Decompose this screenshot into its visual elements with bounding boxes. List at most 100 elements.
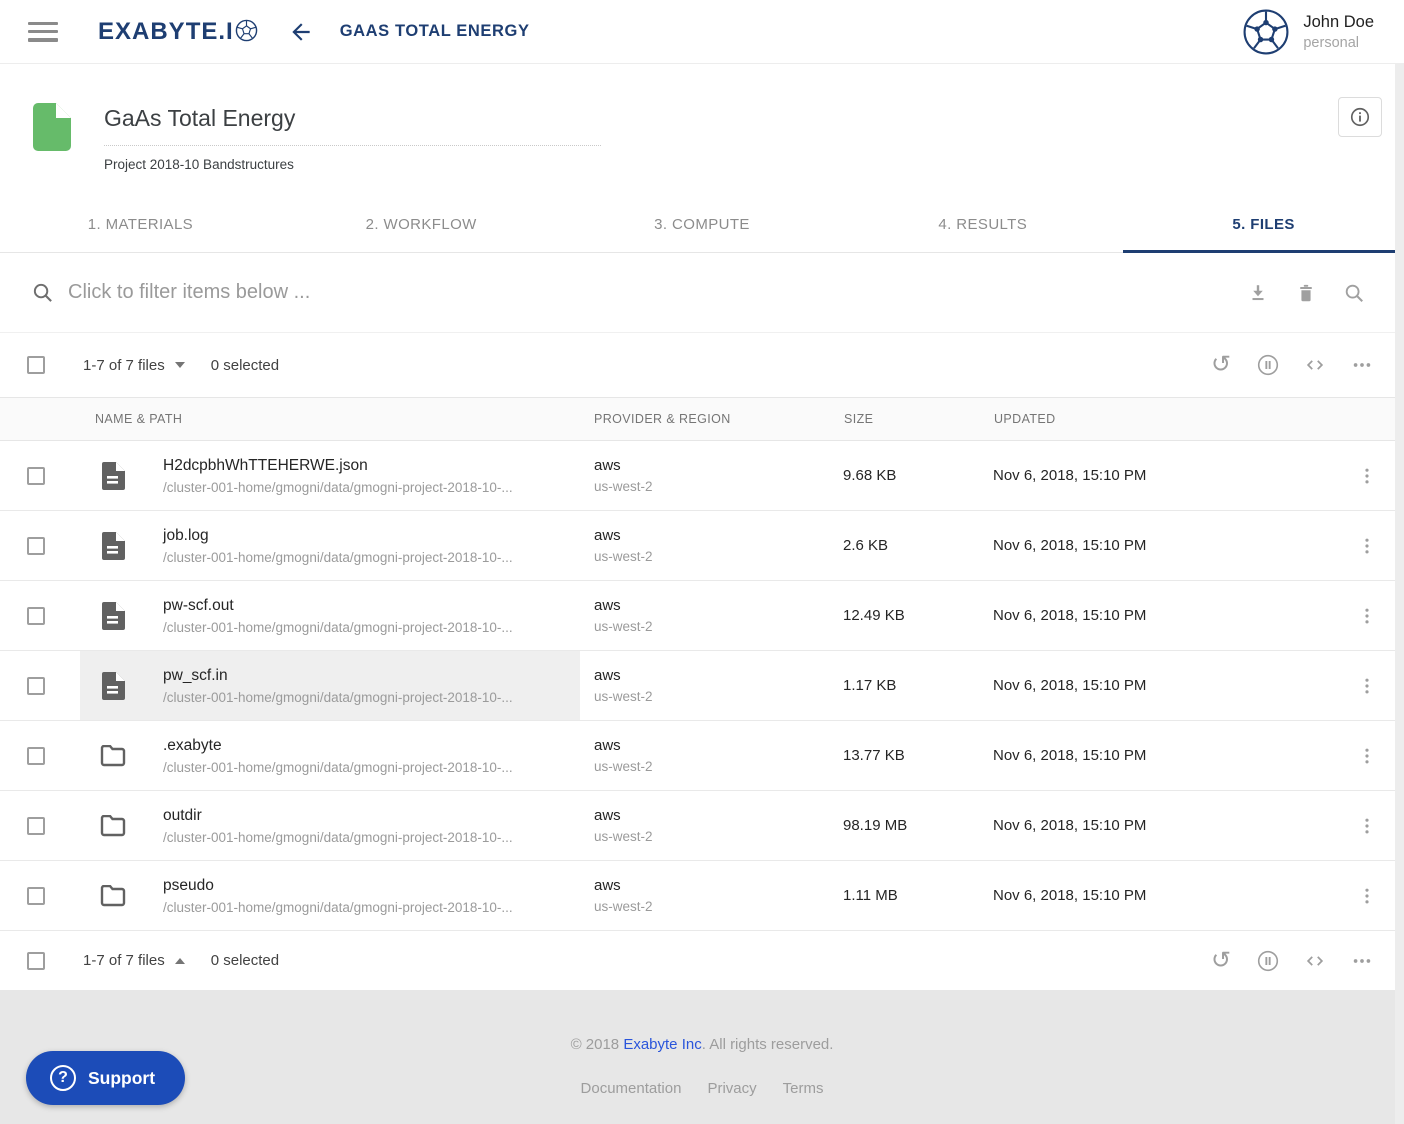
entity-subtitle: Project 2018-10 Bandstructures [104,157,601,172]
code-icon[interactable] [1303,949,1327,973]
row-checkbox[interactable] [27,817,45,835]
more-icon[interactable] [1350,353,1374,377]
table-row: pseudo /cluster-001-home/gmogni/data/gmo… [0,861,1404,931]
pause-icon[interactable] [1256,949,1280,973]
row-checkbox[interactable] [27,607,45,625]
file-size: 1.17 KB [830,651,980,720]
tab-files[interactable]: 5. FILES [1123,197,1404,252]
provider: aws [594,597,830,614]
table-header: NAME & PATH PROVIDER & REGION SIZE UPDAT… [0,397,1404,441]
row-menu-icon[interactable] [1357,606,1377,626]
row-menu-icon[interactable] [1357,536,1377,556]
tab-results[interactable]: 4. RESULTS [842,197,1123,252]
file-icon [101,672,125,700]
file-updated: Nov 6, 2018, 15:10 PM [980,651,1330,720]
provider: aws [594,527,830,544]
tab-workflow[interactable]: 2. WORKFLOW [281,197,562,252]
chevron-up-icon [175,958,185,964]
tab-materials[interactable]: 1. MATERIALS [0,197,281,252]
delete-icon[interactable] [1294,281,1318,305]
page-breadcrumb-title: GAAS TOTAL ENERGY [340,22,530,41]
support-button[interactable]: ? Support [26,1051,185,1105]
row-checkbox[interactable] [27,887,45,905]
terms-link[interactable]: Terms [783,1080,824,1097]
tab-compute[interactable]: 3. COMPUTE [562,197,843,252]
row-menu-icon[interactable] [1357,746,1377,766]
file-updated: Nov 6, 2018, 15:10 PM [980,581,1330,650]
menu-icon[interactable] [28,22,58,42]
row-menu-icon[interactable] [1357,816,1377,836]
file-name: job.log [163,527,513,545]
file-name: .exabyte [163,737,513,755]
user-box: John Doe personal [1243,9,1382,55]
user-name: John Doe [1303,13,1374,32]
file-icon [101,462,125,490]
provider: aws [594,877,830,894]
row-menu-icon[interactable] [1357,676,1377,696]
filter-search-icon [30,281,54,305]
list-controls-bottom: 1-7 of 7 files 0 selected ↺ [0,931,1404,990]
refresh-icon[interactable]: ↺ [1209,353,1233,377]
file-updated: Nov 6, 2018, 15:10 PM [980,511,1330,580]
column-updated: UPDATED [980,412,1330,426]
row-checkbox[interactable] [27,677,45,695]
scrollbar-track[interactable] [1395,64,1404,1124]
code-icon[interactable] [1303,353,1327,377]
row-menu-icon[interactable] [1357,886,1377,906]
avatar[interactable] [1243,9,1289,55]
user-account-type: personal [1303,35,1374,51]
row-checkbox[interactable] [27,747,45,765]
file-name: outdir [163,807,513,825]
entity-header: GaAs Total Energy Project 2018-10 Bandst… [0,64,1404,197]
selected-count: 0 selected [211,952,279,969]
select-all-checkbox[interactable] [27,356,45,374]
file-icon [101,602,125,630]
file-size: 13.77 KB [830,721,980,790]
job-file-icon [33,103,71,197]
selected-count: 0 selected [211,357,279,374]
refresh-icon[interactable]: ↺ [1209,949,1233,973]
provider: aws [594,807,830,824]
logo-text: EXABYTE.I [98,18,234,46]
column-name-path: NAME & PATH [80,412,580,426]
file-updated: Nov 6, 2018, 15:10 PM [980,791,1330,860]
entity-title: GaAs Total Energy [104,105,601,146]
table-row: H2dcpbhWhTTEHERWE.json /cluster-001-home… [0,441,1404,511]
search-icon[interactable] [1342,281,1366,305]
row-checkbox[interactable] [27,467,45,485]
region: us-west-2 [594,479,830,494]
back-arrow-icon[interactable] [288,19,314,45]
pause-icon[interactable] [1256,353,1280,377]
table-row: pw-scf.out /cluster-001-home/gmogni/data… [0,581,1404,651]
file-size: 1.11 MB [830,861,980,930]
exabyte-logo[interactable]: EXABYTE.I [98,17,258,47]
table-row: job.log /cluster-001-home/gmogni/data/gm… [0,511,1404,581]
row-checkbox[interactable] [27,537,45,555]
documentation-link[interactable]: Documentation [581,1080,682,1097]
row-menu-icon[interactable] [1357,466,1377,486]
file-updated: Nov 6, 2018, 15:10 PM [980,861,1330,930]
exabyte-inc-link[interactable]: Exabyte Inc [623,1036,701,1053]
files-table: H2dcpbhWhTTEHERWE.json /cluster-001-home… [0,441,1404,931]
pagination-range-dropdown[interactable]: 1-7 of 7 files [83,952,185,969]
copyright-text: © 2018 Exabyte Inc. All rights reserved. [0,990,1404,1053]
file-size: 9.68 KB [830,441,980,510]
region: us-west-2 [594,689,830,704]
file-size: 2.6 KB [830,511,980,580]
file-path: /cluster-001-home/gmogni/data/gmogni-pro… [163,690,513,705]
help-icon: ? [50,1065,76,1091]
file-path: /cluster-001-home/gmogni/data/gmogni-pro… [163,760,513,775]
filter-input[interactable] [68,281,1246,304]
file-icon [101,532,125,560]
file-name: pw_scf.in [163,667,513,685]
privacy-link[interactable]: Privacy [707,1080,756,1097]
more-icon[interactable] [1350,949,1374,973]
app-header: EXABYTE.I GAAS TOTAL ENERGY John Doe per… [0,0,1404,64]
info-button[interactable] [1338,97,1382,137]
download-icon[interactable] [1246,281,1270,305]
column-size: SIZE [830,412,980,426]
file-name: H2dcpbhWhTTEHERWE.json [163,457,513,475]
select-all-checkbox[interactable] [27,952,45,970]
pagination-range-dropdown[interactable]: 1-7 of 7 files [83,357,185,374]
chevron-down-icon [175,362,185,368]
